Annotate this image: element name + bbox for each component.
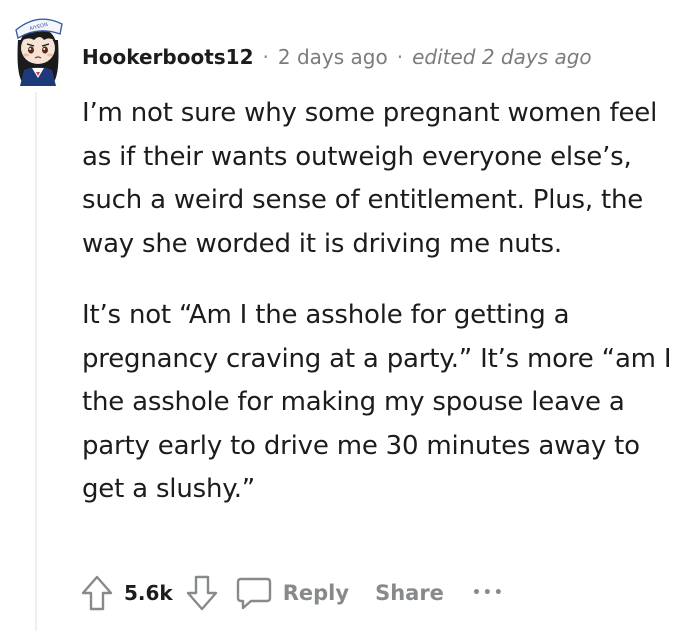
more-options-icon: •••: [471, 585, 505, 601]
more-options-button[interactable]: •••: [472, 585, 505, 601]
avatar[interactable]: AIYEON: [8, 10, 68, 86]
downvote-arrow-icon: [186, 575, 217, 611]
comment-meta: Hookerboots12 · 2 days ago · edited 2 da…: [82, 42, 592, 72]
comment-paragraph: I’m not sure why some pregnant women fee…: [82, 98, 658, 259]
avatar-image: AIYEON: [15, 18, 63, 86]
timestamp[interactable]: 2 days ago: [278, 45, 388, 69]
upvote-button[interactable]: [80, 574, 114, 612]
comment: AIYEON Hookerboots12 · 2 days ago · edit…: [0, 0, 700, 631]
reply-label: Reply: [282, 581, 350, 605]
comment-body: I’m not sure why some pregnant women fee…: [82, 92, 682, 512]
meta-separator: ·: [262, 45, 269, 69]
speech-bubble-icon: [236, 577, 271, 610]
share-button[interactable]: Share: [375, 581, 444, 605]
vote-count: 5.6k: [124, 581, 173, 605]
upvote-arrow-icon: [81, 575, 113, 611]
edited-timestamp: edited 2 days ago: [412, 45, 592, 69]
share-label: Share: [375, 581, 444, 605]
comment-paragraph: It’s not “Am I the asshole for getting a…: [82, 300, 672, 504]
reply-button[interactable]: Reply: [235, 575, 349, 611]
comment-actions: 5.6k Reply Share •••: [80, 570, 505, 616]
meta-separator: ·: [396, 45, 404, 69]
downvote-button[interactable]: [185, 574, 219, 612]
thread-line[interactable]: [35, 92, 37, 631]
author-name[interactable]: Hookerboots12: [82, 45, 254, 69]
